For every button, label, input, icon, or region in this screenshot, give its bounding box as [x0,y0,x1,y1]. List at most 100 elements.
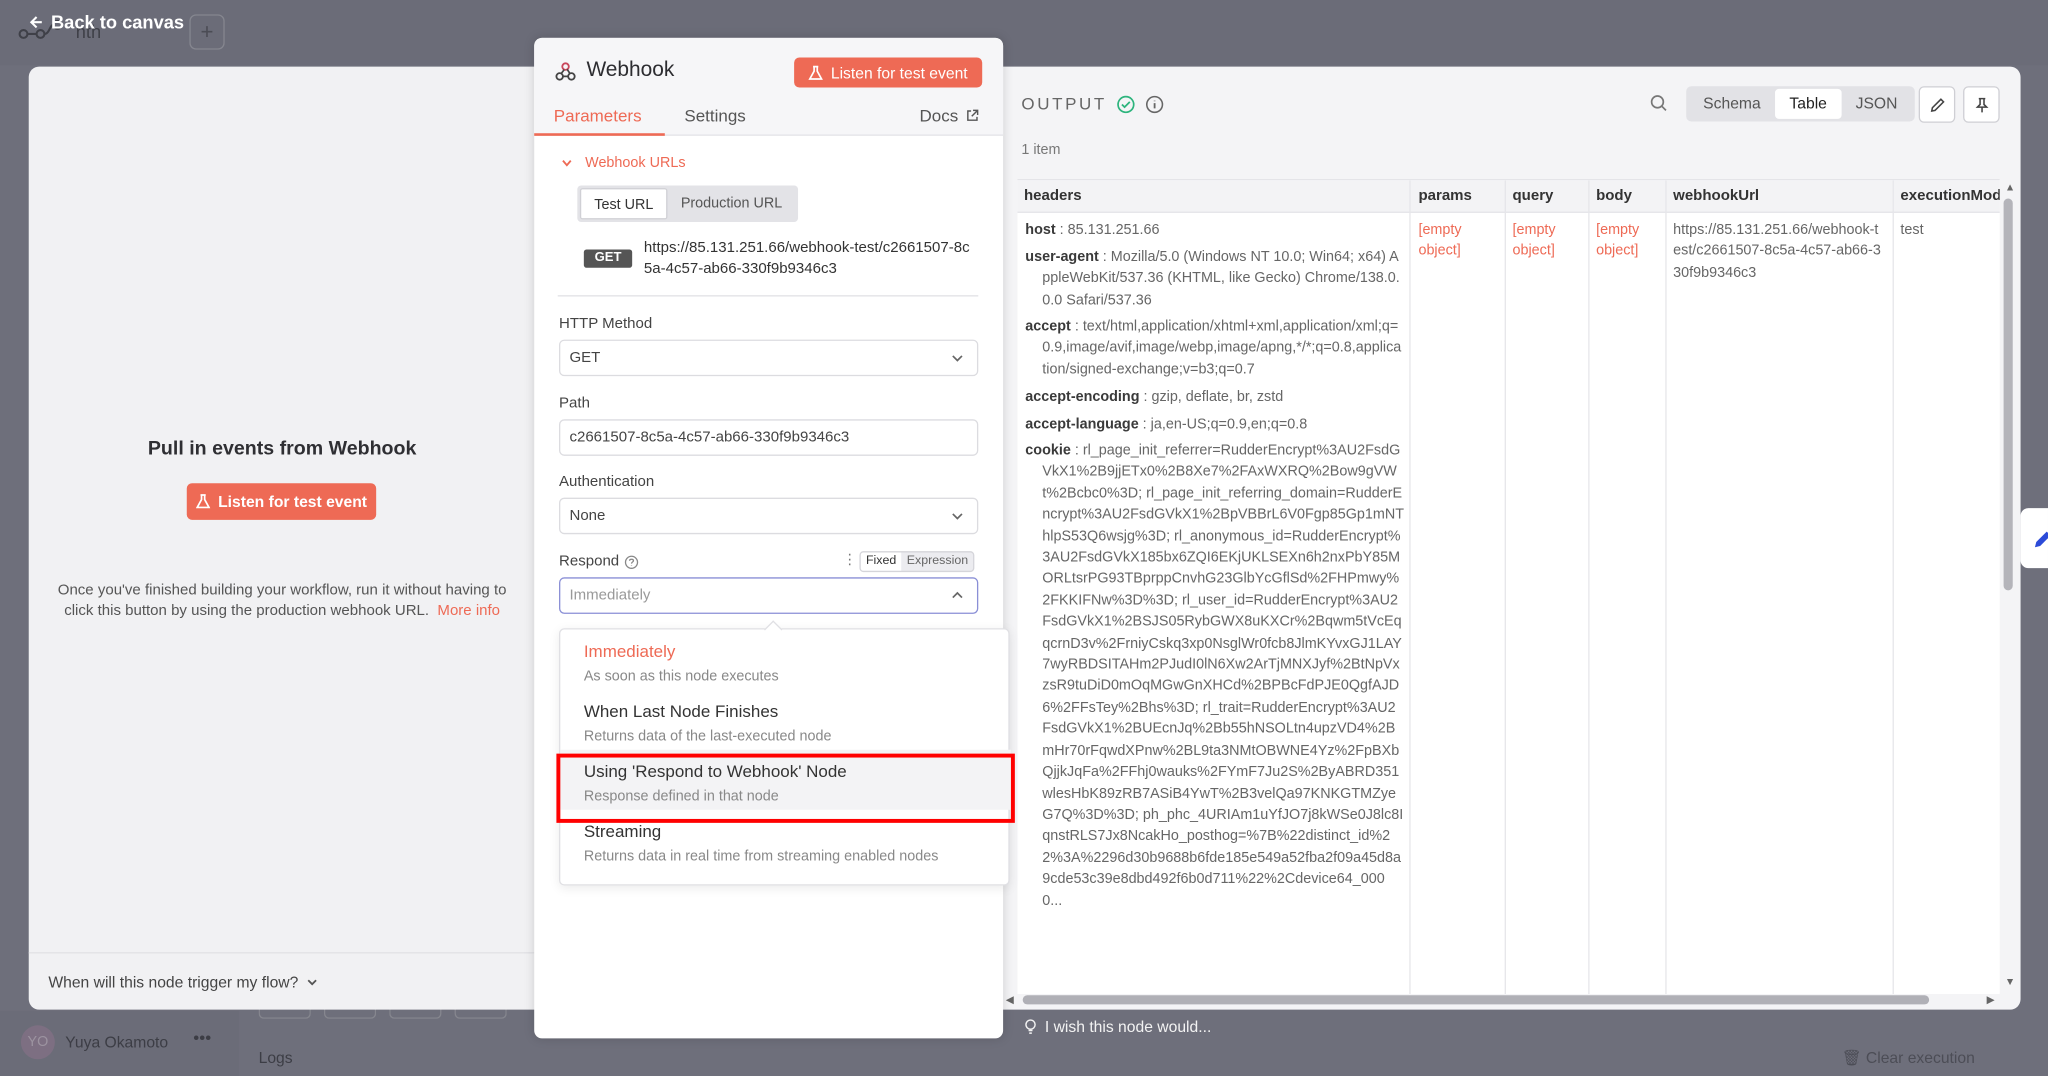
view-schema-button[interactable]: Schema [1689,89,1775,119]
listen-for-test-event-button[interactable]: Listen for test event [186,483,377,520]
chevron-down-icon [308,979,318,986]
horizontal-scrollbar[interactable] [1022,995,1930,1005]
execution-mode-cell: test [1900,222,1924,238]
node-panel-header: Webhook Listen for test event Parameters… [534,37,1004,136]
listen-for-test-event-top-label: Listen for test event [830,63,968,82]
webhook-test-url[interactable]: https://85.131.251.66/webhook-test/c2661… [644,238,973,280]
back-to-canvas-link[interactable]: Back to canvas [29,12,184,33]
tab-parameters[interactable]: Parameters [554,106,642,126]
http-method-badge: GET [583,249,633,268]
input-pane-title: Pull in events from Webhook [147,437,417,460]
respond-option-immediately[interactable]: Immediately As soon as this node execute… [560,630,1011,690]
expression-mode-option[interactable]: Expression [902,552,974,570]
docs-link[interactable]: Docs [919,105,980,126]
logs-label[interactable]: Logs [259,1049,293,1067]
node-title: Webhook [555,59,674,83]
view-json-button[interactable]: JSON [1841,89,1912,119]
feedback-label: I wish this node would... [1044,1017,1212,1036]
path-input[interactable]: c2661507-8c5a-4c57-ab66-330f9b9346c3 [559,419,979,456]
header-key: accept-language [1025,416,1139,433]
background-top-bar [0,0,2048,66]
respond-placeholder: Immediately [569,587,651,604]
test-url-option[interactable]: Test URL [579,188,668,220]
http-method-label: HTTP Method [559,316,653,332]
trigger-question-row[interactable]: When will this node trigger my flow? [28,952,536,1009]
output-header: OUTPUT [1021,94,1164,114]
vertical-scrollbar[interactable] [2003,198,2013,591]
fixed-expression-toggle: Fixed Expression [859,551,975,573]
header-key: user-agent [1025,249,1099,266]
options-menu-icon[interactable]: ⋮ [842,551,856,568]
column-header-headers: headers [1023,188,1082,204]
http-method-select[interactable]: GET [559,339,979,377]
header-key: accept [1025,318,1071,335]
lightbulb-icon [1025,1019,1036,1034]
screen: nth Back to canvas + YO Yuya Okamoto •••… [0,0,2048,1076]
header-key: host [1025,222,1056,238]
authentication-label: Authentication [559,474,655,490]
column-header-query: query [1512,188,1554,204]
flask-icon [195,494,211,509]
chevron-down-icon [562,160,572,167]
canvas-control-button[interactable] [258,1008,311,1019]
docs-label: Docs [919,105,959,126]
option-description: Returns data of the last-executed node [583,728,832,745]
fixed-mode-option[interactable]: Fixed [860,552,902,571]
canvas-control-button[interactable] [323,1008,377,1019]
respond-select[interactable]: Immediately [559,577,979,614]
column-header-executionmode: executionMod [1900,188,2000,204]
output-title: OUTPUT [1021,94,1107,114]
chevron-up-icon [952,591,963,599]
webhook-urls-label: Webhook URLs [585,155,686,172]
header-value: 85.131.251.66 [1067,222,1160,238]
scroll-down-icon[interactable]: ▼ [2005,976,2015,988]
option-title: When Last Node Finishes [583,701,779,721]
trigger-question-label: When will this node trigger my flow? [48,973,299,992]
header-key: accept-encoding [1025,389,1140,405]
column-header-params: params [1418,188,1472,204]
canvas-control-button[interactable] [389,1008,442,1019]
clear-execution-button[interactable]: 🗑 Clear execution [1842,1049,1975,1067]
back-to-canvas-label: Back to canvas [50,11,185,33]
tab-settings[interactable]: Settings [684,106,745,126]
info-icon[interactable] [1146,95,1164,113]
query-cell: [empty object] [1512,222,1556,260]
user-menu-icon[interactable]: ••• [193,1028,211,1048]
option-title: Streaming [583,821,662,842]
listen-for-test-event-top-button[interactable]: Listen for test event [794,57,983,88]
option-title: Immediately [583,641,676,661]
scroll-right-icon[interactable]: ▶ [1987,994,1995,1006]
check-circle-icon [1117,95,1136,113]
webhook-urls-toggle[interactable]: Webhook URLs [560,155,686,172]
url-type-toggle: Test URL Production URL [577,185,798,223]
body-cell: [empty object] [1596,222,1640,260]
header-entry: accept-encoding : gzip, deflate, br, zst… [1025,389,1284,405]
output-view-toggle: Schema Table JSON [1686,86,1915,122]
edit-output-button[interactable] [1918,86,1956,123]
output-item-count: 1 item [1021,142,1061,159]
side-panel-tab[interactable] [2020,508,2048,569]
production-url-option[interactable]: Production URL [668,188,796,219]
trash-icon: 🗑 [1841,1048,1862,1068]
column-header-body: body [1596,188,1632,204]
help-icon[interactable] [624,554,639,569]
header-entry: host : 85.131.251.66 [1025,222,1160,238]
avatar[interactable]: YO [20,1025,55,1060]
scroll-up-icon[interactable]: ▲ [2005,182,2015,194]
authentication-select[interactable]: None [559,497,979,535]
column-header-webhookurl: webhookUrl [1673,188,1760,204]
more-info-link[interactable]: More info [437,603,500,619]
scroll-left-icon[interactable]: ◀ [1006,994,1014,1006]
canvas-control-button[interactable] [454,1008,507,1019]
listen-for-test-event-label: Listen for test event [218,492,368,511]
feedback-link[interactable]: I wish this node would... [1024,1017,1212,1036]
view-table-button[interactable]: Table [1775,88,1842,119]
search-icon[interactable] [1648,93,1669,114]
respond-option-last-node[interactable]: When Last Node Finishes Returns data of … [560,690,1011,750]
chevron-down-icon [952,513,963,520]
highlight-annotation-box [556,753,1015,823]
flask-icon [808,65,824,80]
pin-output-button[interactable] [1963,86,2000,123]
pencil-icon [1930,97,1944,112]
add-tab-button[interactable]: + [189,14,225,50]
